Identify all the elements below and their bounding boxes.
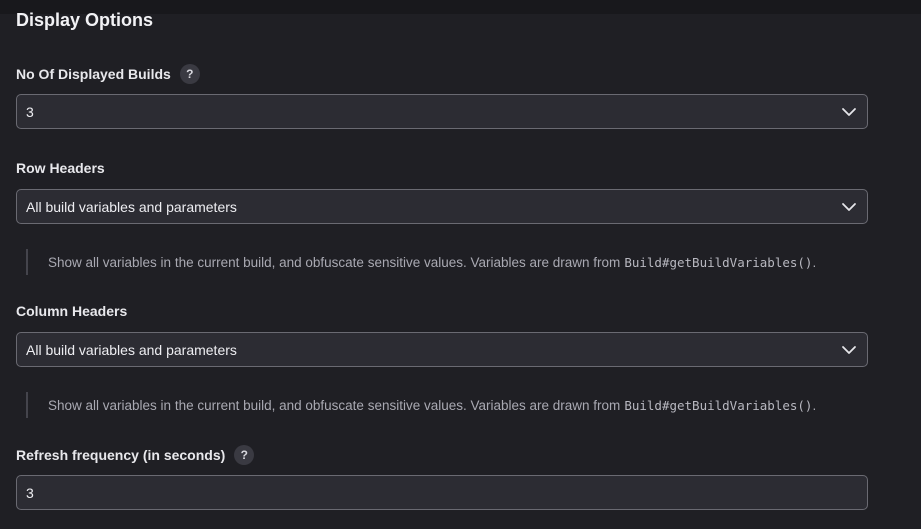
row-headers-select[interactable]: All build variables and parameters bbox=[16, 189, 868, 224]
displayed-builds-select[interactable]: 3 bbox=[16, 94, 868, 129]
column-headers-label-text: Column Headers bbox=[16, 303, 128, 319]
help-icon[interactable]: ? bbox=[234, 445, 255, 465]
column-headers-description-text: Show all variables in the current build,… bbox=[48, 397, 621, 413]
refresh-frequency-input[interactable]: 3 bbox=[16, 475, 868, 510]
row-headers-label-text: Row Headers bbox=[16, 160, 105, 176]
refresh-frequency-label-text: Refresh frequency (in seconds) bbox=[16, 447, 226, 463]
column-headers-select[interactable]: All build variables and parameters bbox=[16, 332, 868, 367]
section-title: Display Options bbox=[16, 10, 154, 30]
column-headers-description-code: Build#getBuildVariables() bbox=[624, 397, 813, 413]
column-headers-label: Column Headers bbox=[16, 303, 127, 319]
displayed-builds-label: No Of Displayed Builds ? bbox=[16, 64, 200, 84]
row-headers-description: Show all variables in the current build,… bbox=[26, 249, 886, 275]
chevron-down-icon bbox=[842, 108, 856, 116]
chevron-down-icon bbox=[842, 346, 856, 354]
row-headers-value: All build variables and parameters bbox=[26, 198, 237, 215]
chevron-down-icon bbox=[842, 203, 856, 211]
refresh-frequency-label: Refresh frequency (in seconds) ? bbox=[16, 445, 255, 465]
column-headers-description-end: . bbox=[812, 397, 817, 413]
help-icon[interactable]: ? bbox=[179, 64, 200, 84]
displayed-builds-label-text: No Of Displayed Builds bbox=[16, 66, 171, 82]
row-headers-description-text: Show all variables in the current build,… bbox=[48, 254, 621, 270]
displayed-builds-value: 3 bbox=[26, 103, 34, 120]
row-headers-description-code: Build#getBuildVariables() bbox=[624, 254, 813, 270]
row-headers-label: Row Headers bbox=[16, 160, 105, 176]
row-headers-description-end: . bbox=[812, 254, 817, 270]
column-headers-value: All build variables and parameters bbox=[26, 341, 237, 358]
column-headers-description: Show all variables in the current build,… bbox=[26, 392, 886, 418]
refresh-frequency-value: 3 bbox=[26, 484, 34, 501]
